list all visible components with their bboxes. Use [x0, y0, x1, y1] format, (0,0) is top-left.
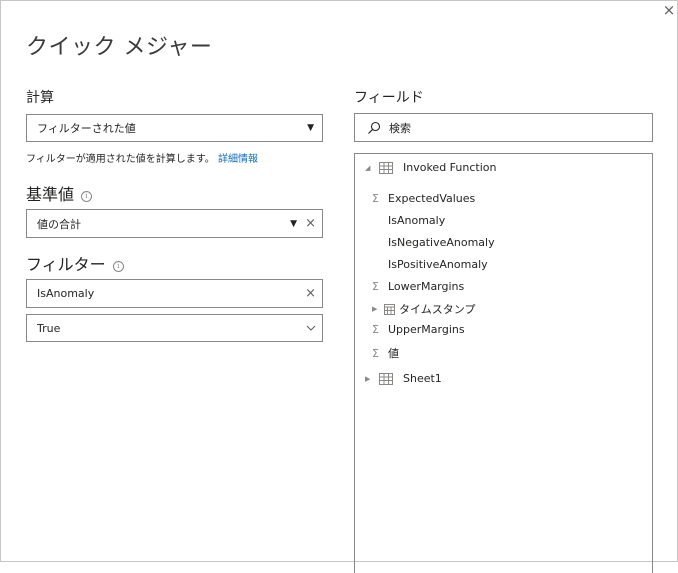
calculation-description: フィルターが適用された値を計算します。 詳細情報	[26, 154, 258, 165]
fields-pane: ◢ Invoked Function Σ ExpectedValues IsAn…	[354, 153, 653, 573]
quick-measure-dialog: × クイック メジャー 計算 フィルターされた値 ▼ フィルターが適用された値を…	[0, 0, 678, 573]
filter-value: True	[37, 321, 61, 335]
caret-down-icon: ▼	[307, 123, 314, 133]
remove-icon[interactable]: ×	[305, 286, 316, 301]
table-sheet1[interactable]: ▶ Sheet1	[365, 372, 442, 385]
base-value-field: 値の合計	[37, 217, 81, 231]
dialog-title: クイック メジャー	[26, 35, 213, 60]
filter-field: IsAnomaly	[37, 287, 95, 300]
filter-field-well[interactable]: IsAnomaly ×	[26, 279, 323, 308]
table-invoked-function[interactable]: ◢ Invoked Function	[365, 161, 496, 174]
calculation-selected: フィルターされた値	[37, 122, 136, 135]
chevron-down-icon	[306, 325, 316, 331]
field-item[interactable]: Σ 値	[372, 345, 399, 361]
calendar-icon	[384, 303, 395, 315]
info-icon[interactable]: i	[81, 191, 93, 202]
calculation-label: 計算	[26, 90, 54, 106]
table-icon	[379, 372, 393, 385]
calculation-dropdown[interactable]: フィルターされた値 ▼	[26, 114, 323, 142]
remove-icon[interactable]: ×	[305, 216, 316, 231]
expand-icon[interactable]: ▶	[372, 305, 384, 313]
close-icon[interactable]: ×	[661, 3, 677, 19]
fields-search[interactable]: 検索	[354, 113, 653, 142]
caret-down-icon[interactable]: ▼	[290, 219, 297, 229]
collapse-icon[interactable]: ◢	[365, 164, 377, 172]
filter-label: フィルター i	[26, 251, 124, 275]
sigma-icon: Σ	[372, 346, 379, 360]
field-item[interactable]: IsPositiveAnomaly	[388, 258, 488, 271]
field-item[interactable]: ▶ タイムスタンプ	[372, 301, 475, 317]
fields-label: フィールド	[354, 90, 424, 106]
base-value-well[interactable]: 値の合計 ▼ ×	[26, 209, 323, 238]
expand-icon[interactable]: ▶	[365, 375, 377, 383]
sigma-icon: Σ	[372, 280, 379, 293]
learn-more-link[interactable]: 詳細情報	[218, 154, 258, 165]
field-item[interactable]: Σ UpperMargins	[372, 323, 465, 336]
field-item[interactable]: Σ ExpectedValues	[372, 192, 475, 205]
info-icon[interactable]: i	[112, 261, 124, 272]
field-item[interactable]: IsNegativeAnomaly	[388, 236, 495, 249]
sigma-icon: Σ	[372, 323, 379, 336]
field-item[interactable]: IsAnomaly	[388, 214, 445, 227]
base-value-label: 基準値 i	[26, 181, 93, 205]
table-icon	[379, 161, 393, 174]
search-icon	[368, 121, 381, 134]
filter-value-dropdown[interactable]: True	[26, 314, 323, 342]
search-placeholder: 検索	[389, 121, 411, 135]
field-item[interactable]: Σ LowerMargins	[372, 280, 464, 293]
sigma-icon: Σ	[372, 192, 379, 205]
